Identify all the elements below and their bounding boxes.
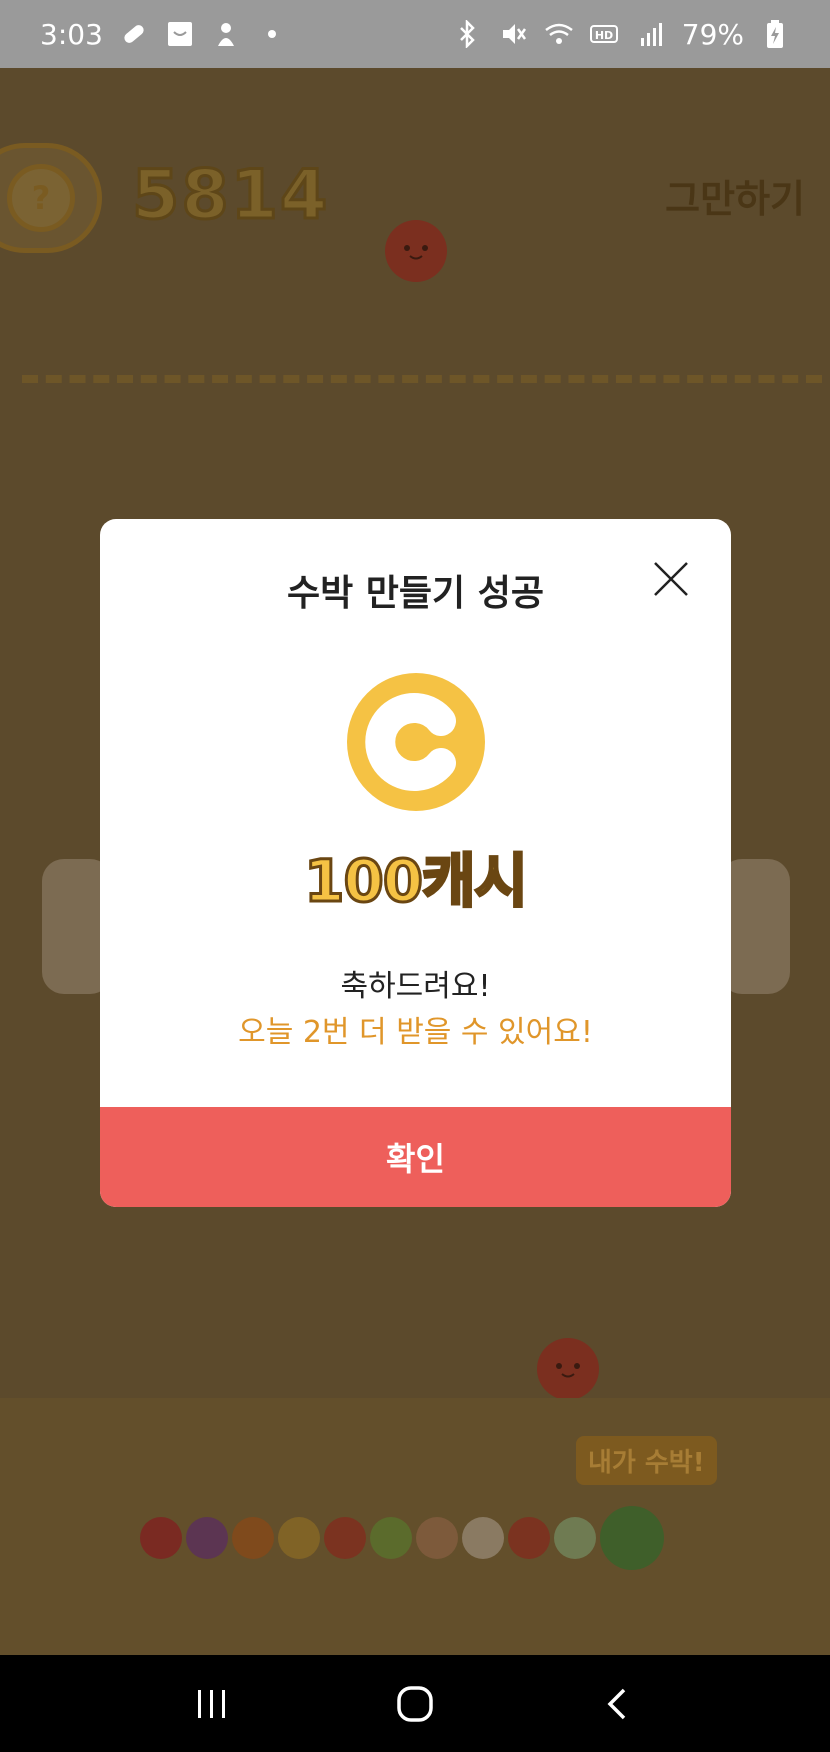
reward-dialog: 수박 만들기 성공 100캐시 축하드려요! 오늘 2번 더 받을 수 있어요!…	[100, 519, 731, 1207]
recents-icon[interactable]	[182, 1674, 242, 1734]
close-icon[interactable]	[649, 557, 693, 601]
status-bar: 3:03 HD 79%	[0, 0, 830, 68]
battery-icon	[760, 19, 790, 49]
evolution-fruit-icon	[324, 1517, 366, 1559]
drop-fruit-icon	[385, 220, 447, 282]
evolution-fruit-icon	[462, 1517, 504, 1559]
cash-coin-icon	[347, 673, 485, 811]
signal-icon	[636, 19, 666, 49]
reward-amount: 100캐시	[303, 846, 530, 917]
bluetooth-icon	[452, 19, 482, 49]
evolution-fruit-icon	[554, 1517, 596, 1559]
dot-icon	[257, 19, 287, 49]
character-icon	[211, 19, 241, 49]
back-icon[interactable]	[588, 1674, 648, 1734]
help-icon: ?	[7, 164, 75, 232]
evolution-fruit-icon	[370, 1517, 412, 1559]
home-icon[interactable]	[385, 1674, 445, 1734]
mute-icon	[498, 19, 528, 49]
placed-fruit-icon	[537, 1338, 599, 1400]
evolution-fruit-icon	[278, 1517, 320, 1559]
congrats-message: 축하드려요!	[340, 969, 491, 1004]
battery-percent: 79%	[681, 17, 744, 51]
evolution-fruit-icon	[508, 1517, 550, 1559]
evolution-label: 내가 수박!	[576, 1436, 717, 1485]
nav-bar	[0, 1655, 830, 1752]
evolution-fruit-icon	[140, 1517, 182, 1559]
limit-line	[22, 375, 822, 383]
remaining-count: 오늘 2번 더 받을 수 있어요!	[238, 1015, 593, 1050]
pill-icon	[119, 19, 149, 49]
confirm-button[interactable]: 확인	[100, 1107, 731, 1207]
watermelon-icon	[600, 1506, 664, 1570]
help-button[interactable]: ?	[0, 143, 102, 253]
store-icon	[165, 19, 195, 49]
status-right: HD 79%	[452, 18, 790, 51]
evolution-fruit-icon	[416, 1517, 458, 1559]
status-left: 3:03	[40, 18, 287, 51]
wifi-icon	[544, 19, 574, 49]
evolution-fruit-icon	[186, 1517, 228, 1559]
evolution-row	[140, 1503, 664, 1573]
hd-icon: HD	[589, 19, 620, 49]
dialog-title: 수박 만들기 성공	[287, 573, 544, 614]
evolution-fruit-icon	[232, 1517, 274, 1559]
svg-text:HD: HD	[595, 29, 613, 42]
score-display: 5814	[130, 155, 330, 237]
status-time: 3:03	[40, 17, 103, 51]
quit-button[interactable]: 그만하기	[665, 168, 805, 223]
